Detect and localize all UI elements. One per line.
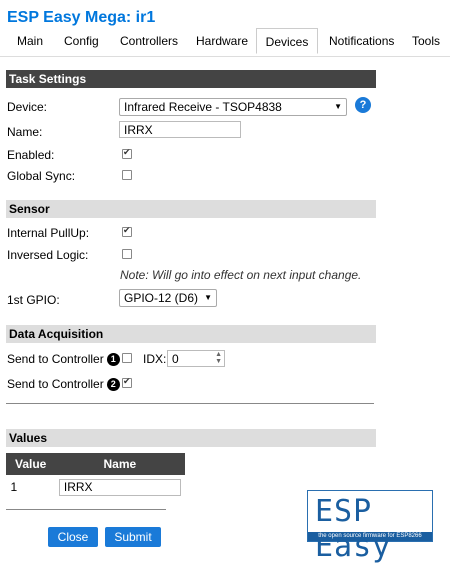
tab-hardware[interactable]: Hardware xyxy=(196,34,248,48)
values-table-header: Value Name xyxy=(5,453,186,475)
global-sync-label: Global Sync: xyxy=(7,169,76,183)
col-name-header: Name xyxy=(54,453,186,475)
dropdown-arrow-icon: ▼ xyxy=(334,102,342,111)
idx-label: IDX: xyxy=(143,352,167,366)
gpio-select[interactable]: GPIO-12 (D6) ▼ xyxy=(119,289,217,307)
task-settings-header: Task Settings xyxy=(6,70,376,88)
sensor-note: Note: Will go into effect on next input … xyxy=(120,268,362,282)
send-controller-2-checkbox[interactable] xyxy=(122,376,132,388)
spinner-icon[interactable]: ▲ ▼ xyxy=(215,351,222,365)
name-cell xyxy=(55,475,185,500)
idx-value: 0 xyxy=(172,352,179,366)
pullup-label: Internal PullUp: xyxy=(7,226,90,240)
divider xyxy=(6,403,374,404)
gpio-select-value: GPIO-12 (D6) xyxy=(124,291,199,305)
global-sync-checkbox[interactable] xyxy=(122,170,132,180)
values-table: Value Name 1 xyxy=(5,453,186,500)
send-controller-1-label: Send to Controller 1 xyxy=(7,352,120,367)
tab-tools[interactable]: Tools xyxy=(412,34,440,48)
value-name-input[interactable] xyxy=(58,478,181,496)
data-acquisition-header: Data Acquisition xyxy=(6,325,376,343)
send-controller-2-text: Send to Controller xyxy=(7,377,104,391)
controller-2-badge: 2 xyxy=(106,378,120,392)
page-title: ESP Easy Mega: ir1 xyxy=(7,9,156,26)
col-value-header: Value xyxy=(5,453,56,475)
tab-main[interactable]: Main xyxy=(17,34,43,48)
value-cell: 1 xyxy=(10,480,18,494)
send-controller-2-label: Send to Controller 2 xyxy=(7,377,120,392)
enabled-checkbox[interactable] xyxy=(122,147,132,159)
idx-input[interactable]: 0 ▲ ▼ xyxy=(167,350,225,367)
sensor-header: Sensor xyxy=(6,200,376,218)
enabled-label: Enabled: xyxy=(7,148,55,162)
close-button[interactable]: Close xyxy=(48,527,98,547)
submit-button[interactable]: Submit xyxy=(105,527,161,547)
divider xyxy=(6,509,166,510)
name-label: Name: xyxy=(7,125,43,139)
help-icon[interactable]: ? xyxy=(355,97,371,113)
device-label: Device: xyxy=(7,100,48,114)
send-controller-1-checkbox[interactable] xyxy=(122,353,132,363)
inversed-checkbox[interactable] xyxy=(122,249,132,259)
tab-config[interactable]: Config xyxy=(64,34,99,48)
dropdown-arrow-icon: ▼ xyxy=(204,293,212,302)
pullup-checkbox[interactable] xyxy=(122,225,132,237)
logo-tagline: the open source firmware for ESP8266 xyxy=(308,532,432,541)
tab-notifications[interactable]: Notifications xyxy=(329,34,394,48)
logo-title: ESP Easy xyxy=(315,494,392,564)
gpio-label: 1st GPIO: xyxy=(7,293,60,307)
esp-easy-logo: ESP Easy the open source firmware for ES… xyxy=(307,490,433,564)
inversed-label: Inversed Logic: xyxy=(7,248,89,262)
tab-devices[interactable]: Devices xyxy=(256,28,318,54)
device-select[interactable]: Infrared Receive - TSOP4838 ▼ xyxy=(119,98,347,116)
controller-1-badge: 1 xyxy=(106,353,120,367)
table-row: 1 xyxy=(7,475,185,500)
tab-controllers[interactable]: Controllers xyxy=(120,34,178,48)
send-controller-1-text: Send to Controller xyxy=(7,352,104,366)
device-select-value: Infrared Receive - TSOP4838 xyxy=(124,100,282,114)
name-input[interactable] xyxy=(119,121,241,138)
tab-bar: Main Config Controllers Hardware Devices… xyxy=(0,28,450,57)
values-header: Values xyxy=(6,429,376,447)
